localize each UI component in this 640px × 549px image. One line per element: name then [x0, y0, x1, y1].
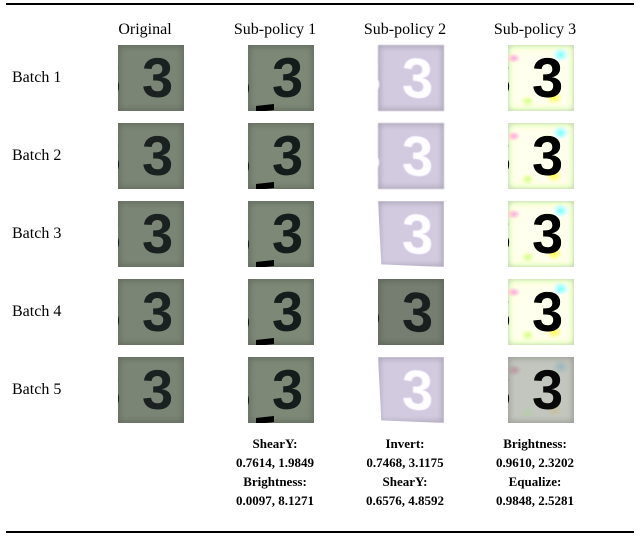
param-op-vals: 0.9610, 2.3202: [470, 454, 600, 473]
param-op-name: Invert:: [340, 435, 470, 454]
cell-original: 33: [86, 279, 216, 345]
cell-original: 33: [86, 201, 216, 267]
table-row: Batch 2 33 33 33 33: [6, 117, 634, 195]
cell-sp2: 33: [346, 279, 476, 345]
param-op-vals: 0.0097, 8.1271: [210, 492, 340, 511]
column-headers: Original Sub-policy 1 Sub-policy 2 Sub-p…: [6, 5, 634, 39]
cell-sp2: 33: [346, 123, 476, 189]
row-label: Batch 1: [6, 69, 86, 87]
cell-sp2: 33: [346, 357, 476, 423]
param-op-vals: 0.7614, 1.9849: [210, 454, 340, 473]
cell-sp2: 33: [346, 45, 476, 111]
table-row: Batch 5 33 33 33 33: [6, 351, 634, 429]
col-header-subpolicy-2: Sub-policy 2: [340, 21, 470, 39]
cell-sp1: 33: [216, 201, 346, 267]
cell-original: 33: [86, 45, 216, 111]
row-label: Batch 5: [6, 381, 86, 399]
subpolicy-params: ShearY: 0.7614, 1.9849 Brightness: 0.009…: [6, 429, 634, 510]
col-header-subpolicy-1: Sub-policy 1: [210, 21, 340, 39]
table-row: Batch 3 33 33 33 33: [6, 195, 634, 273]
col-header-subpolicy-3: Sub-policy 3: [470, 21, 600, 39]
cell-sp3: 33: [476, 45, 606, 111]
image-grid: Batch 1 33 33 33 33 Batch 2 33 33 33 33 …: [6, 39, 634, 429]
param-op-name: Equalize:: [470, 473, 600, 492]
table-row: Batch 1 33 33 33 33: [6, 39, 634, 117]
row-label: Batch 4: [6, 303, 86, 321]
param-op-name: ShearY:: [340, 473, 470, 492]
cell-sp2: 33: [346, 201, 476, 267]
cell-sp1: 33: [216, 45, 346, 111]
cell-sp3: 33: [476, 357, 606, 423]
row-label: Batch 3: [6, 225, 86, 243]
col-header-original: Original: [80, 21, 210, 39]
table-row: Batch 4 33 33 33 33: [6, 273, 634, 351]
param-op-vals: 0.9848, 2.5281: [470, 492, 600, 511]
cell-sp3: 33: [476, 201, 606, 267]
params-col-sp3: Brightness: 0.9610, 2.3202 Equalize: 0.9…: [470, 435, 600, 510]
params-col-original: [80, 435, 210, 510]
cell-sp1: 33: [216, 357, 346, 423]
params-col-sp2: Invert: 0.7468, 3.1175 ShearY: 0.6576, 4…: [340, 435, 470, 510]
cell-original: 33: [86, 357, 216, 423]
param-op-name: Brightness:: [210, 473, 340, 492]
cell-original: 33: [86, 123, 216, 189]
row-label: Batch 2: [6, 147, 86, 165]
cell-sp3: 33: [476, 123, 606, 189]
param-op-vals: 0.7468, 3.1175: [340, 454, 470, 473]
params-col-sp1: ShearY: 0.7614, 1.9849 Brightness: 0.009…: [210, 435, 340, 510]
param-op-name: Brightness:: [470, 435, 600, 454]
param-op-vals: 0.6576, 4.8592: [340, 492, 470, 511]
cell-sp3: 33: [476, 279, 606, 345]
figure-panel: Original Sub-policy 1 Sub-policy 2 Sub-p…: [6, 3, 634, 533]
params-spacer: [6, 435, 80, 510]
cell-sp1: 33: [216, 279, 346, 345]
param-op-name: ShearY:: [210, 435, 340, 454]
cell-sp1: 33: [216, 123, 346, 189]
